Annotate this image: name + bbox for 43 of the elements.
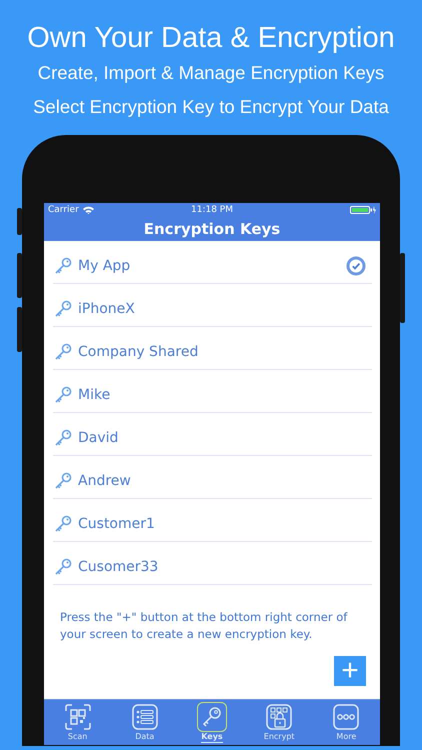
lock-icon bbox=[266, 704, 292, 730]
key-icon bbox=[54, 343, 72, 361]
key-name: Cusomer33 bbox=[78, 559, 158, 575]
more-icon bbox=[333, 704, 360, 730]
status-time: 11:18 PM bbox=[191, 205, 233, 215]
battery-icon bbox=[350, 206, 376, 214]
key-row[interactable]: David bbox=[53, 421, 372, 456]
hint-text: Press the "+" button at the bottom right corner of your screen to create a new encryption key. bbox=[59, 609, 348, 643]
key-row[interactable]: Cusomer33 bbox=[53, 550, 372, 585]
key-icon bbox=[54, 429, 72, 447]
key-row[interactable]: My App bbox=[53, 249, 372, 284]
key-row[interactable]: Mike bbox=[53, 378, 372, 413]
key-icon bbox=[54, 257, 72, 275]
key-icon bbox=[54, 386, 72, 404]
tab[interactable]: Keys bbox=[188, 700, 235, 745]
tab[interactable]: Data bbox=[122, 700, 168, 745]
key-row[interactable]: Company Shared bbox=[53, 335, 372, 370]
subtitle: Create, Import & Manage Encryption Keys bbox=[38, 61, 384, 85]
key-icon bbox=[54, 515, 72, 533]
key-row[interactable]: Customer1 bbox=[53, 507, 372, 542]
nav-title: Encryption Keys bbox=[44, 217, 380, 241]
key-row[interactable]: iPhoneX bbox=[53, 292, 372, 327]
key-name: iPhoneX bbox=[78, 301, 135, 317]
key-name: Andrew bbox=[78, 473, 131, 489]
key-icon bbox=[54, 472, 72, 490]
key-icon bbox=[54, 558, 72, 576]
add-button[interactable]: + bbox=[334, 656, 366, 686]
wifi-icon bbox=[82, 206, 94, 214]
qr-code-icon bbox=[64, 704, 91, 730]
key-row[interactable]: Andrew bbox=[53, 464, 372, 499]
key-name: Customer1 bbox=[78, 516, 155, 532]
subtitle: Select Encryption Key to Encrypt Your Data bbox=[33, 95, 389, 119]
list-icon bbox=[132, 704, 158, 730]
key-name: My App bbox=[78, 258, 130, 274]
key-icon bbox=[54, 300, 72, 318]
carrier-label: Carrier bbox=[48, 205, 79, 215]
headline: Own Your Data & Encryption bbox=[27, 21, 395, 56]
tab[interactable]: Encrypt bbox=[256, 700, 302, 745]
key-name: David bbox=[78, 430, 118, 446]
key-name: Mike bbox=[78, 387, 110, 403]
tab[interactable]: More bbox=[323, 700, 370, 745]
tab[interactable]: Scan bbox=[54, 700, 101, 745]
key-name: Company Shared bbox=[78, 344, 198, 360]
